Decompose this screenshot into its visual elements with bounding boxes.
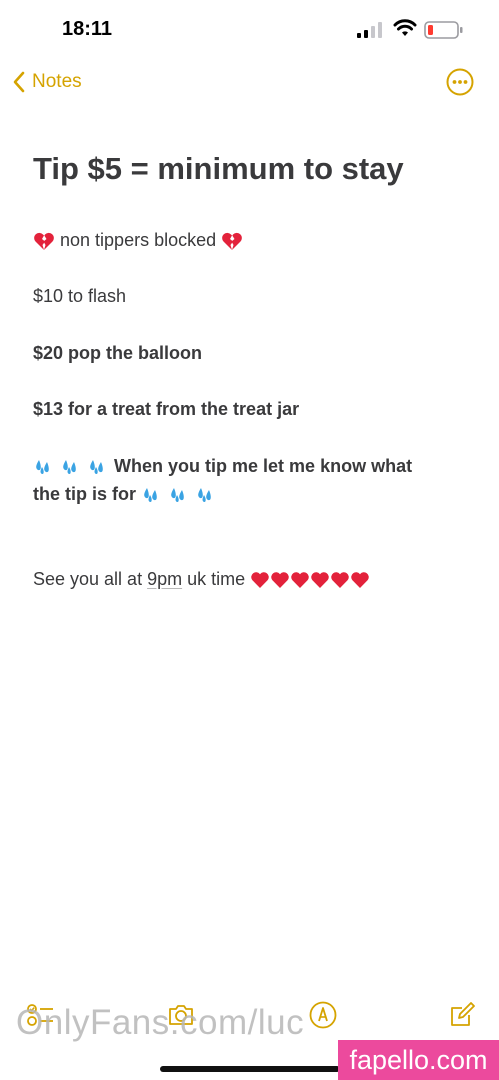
- navigation-bar: Notes: [0, 60, 499, 104]
- red-heart-icon: [351, 572, 369, 589]
- more-circle-icon[interactable]: [445, 67, 475, 97]
- red-heart-icon: [331, 572, 349, 589]
- note-line-tip-info-2: the tip is for: [33, 480, 217, 508]
- note-line-see-you-prefix: See you all at: [33, 569, 148, 589]
- note-line-tip-info-1-text: When you tip me let me know what: [114, 456, 413, 476]
- chevron-left-icon: [13, 71, 25, 93]
- note-line-blocked: non tippers blocked: [33, 226, 243, 254]
- note-line-blocked-text: non tippers blocked: [60, 230, 217, 250]
- sweat-droplets-icon: [90, 460, 103, 475]
- home-indicator: [160, 1066, 340, 1072]
- note-line-see-you: See you all at 9pm uk time: [33, 565, 370, 593]
- sweat-droplets-icon: [144, 488, 157, 503]
- onlyfans-watermark: OnlyFans.com/luc: [16, 1003, 305, 1042]
- note-line-tip-info-1: When you tip me let me know what: [33, 452, 412, 480]
- note-line-treat: $13 for a treat from the treat jar: [33, 399, 300, 419]
- wifi-icon: [393, 19, 417, 36]
- red-heart-icon: [251, 572, 269, 589]
- note-line-balloon: $20 pop the balloon: [33, 343, 203, 363]
- note-line-flash: $10 to flash: [33, 286, 127, 306]
- note-title: Tip $5 = minimum to stay: [33, 151, 404, 186]
- red-heart-icon: [311, 572, 329, 589]
- sweat-droplets-icon: [171, 488, 184, 503]
- fapello-watermark-badge: fapello.com: [338, 1040, 499, 1080]
- broken-heart-icon: [222, 233, 243, 251]
- sweat-droplets-icon: [198, 488, 211, 503]
- note-line-see-you-suffix: uk time: [182, 569, 246, 589]
- back-to-notes-button[interactable]: Notes: [12, 68, 82, 96]
- red-heart-icon: [271, 572, 289, 589]
- back-label: Notes: [32, 71, 82, 92]
- compose-icon[interactable]: [447, 1000, 477, 1030]
- status-time: 18:11: [62, 18, 113, 40]
- detected-time-link[interactable]: 9pm: [147, 569, 182, 589]
- battery-low-icon: [424, 21, 463, 39]
- sweat-droplets-icon: [36, 460, 49, 475]
- status-bar: 18:11: [0, 0, 499, 60]
- red-hearts-row: [250, 569, 370, 589]
- sweat-droplets-icon: [63, 460, 76, 475]
- pen-markup-icon[interactable]: [308, 1000, 338, 1030]
- note-line-tip-info-2-text: the tip is for: [33, 484, 136, 504]
- cellular-signal-icon: [357, 22, 382, 38]
- broken-heart-icon: [34, 233, 54, 251]
- red-heart-icon: [291, 572, 309, 589]
